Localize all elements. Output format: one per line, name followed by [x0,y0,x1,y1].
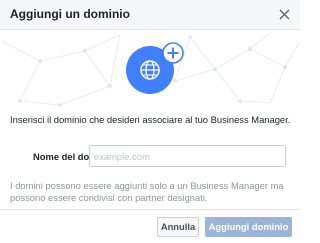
footer-divider [0,209,300,210]
dialog-title: Aggiungi un dominio [10,7,130,21]
add-domain-button[interactable]: Aggiungi dominio [205,217,292,237]
network-background [1,32,300,107]
intro-text: Inserisci il dominio che desideri associ… [10,114,291,125]
help-note: I domini possono essere aggiunti solo a … [10,180,284,203]
hero-illustration [0,31,300,109]
close-icon[interactable] [278,8,291,21]
plus-icon [162,42,184,64]
domain-input[interactable] [89,145,286,167]
dialog-header: Aggiungi un dominio [0,0,300,30]
cancel-button[interactable]: Annulla [157,217,199,237]
